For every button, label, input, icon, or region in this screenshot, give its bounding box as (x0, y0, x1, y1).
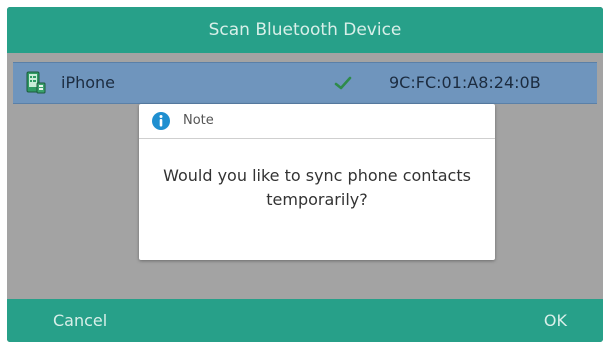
dialog-message: Would you like to sync phone contacts te… (163, 166, 471, 209)
page-title: Scan Bluetooth Device (208, 20, 402, 40)
softkey-bar: Cancel OK (7, 299, 603, 342)
cancel-button[interactable]: Cancel (53, 299, 107, 342)
check-icon (333, 74, 353, 92)
info-icon (151, 111, 171, 131)
dialog-title: Note (183, 113, 214, 128)
phone-screen: Scan Bluetooth Device iPhone 9C:FC:01:A8… (7, 7, 603, 342)
phone-contacts-icon (25, 71, 47, 95)
note-dialog: Note Would you like to sync phone contac… (139, 104, 495, 260)
ok-button[interactable]: OK (544, 299, 567, 342)
device-mac-address: 9C:FC:01:A8:24:0B (389, 73, 541, 92)
title-bar: Scan Bluetooth Device (7, 7, 603, 53)
dialog-header: Note (139, 104, 495, 139)
device-list-item[interactable]: iPhone 9C:FC:01:A8:24:0B (13, 62, 597, 104)
device-name: iPhone (61, 73, 116, 92)
